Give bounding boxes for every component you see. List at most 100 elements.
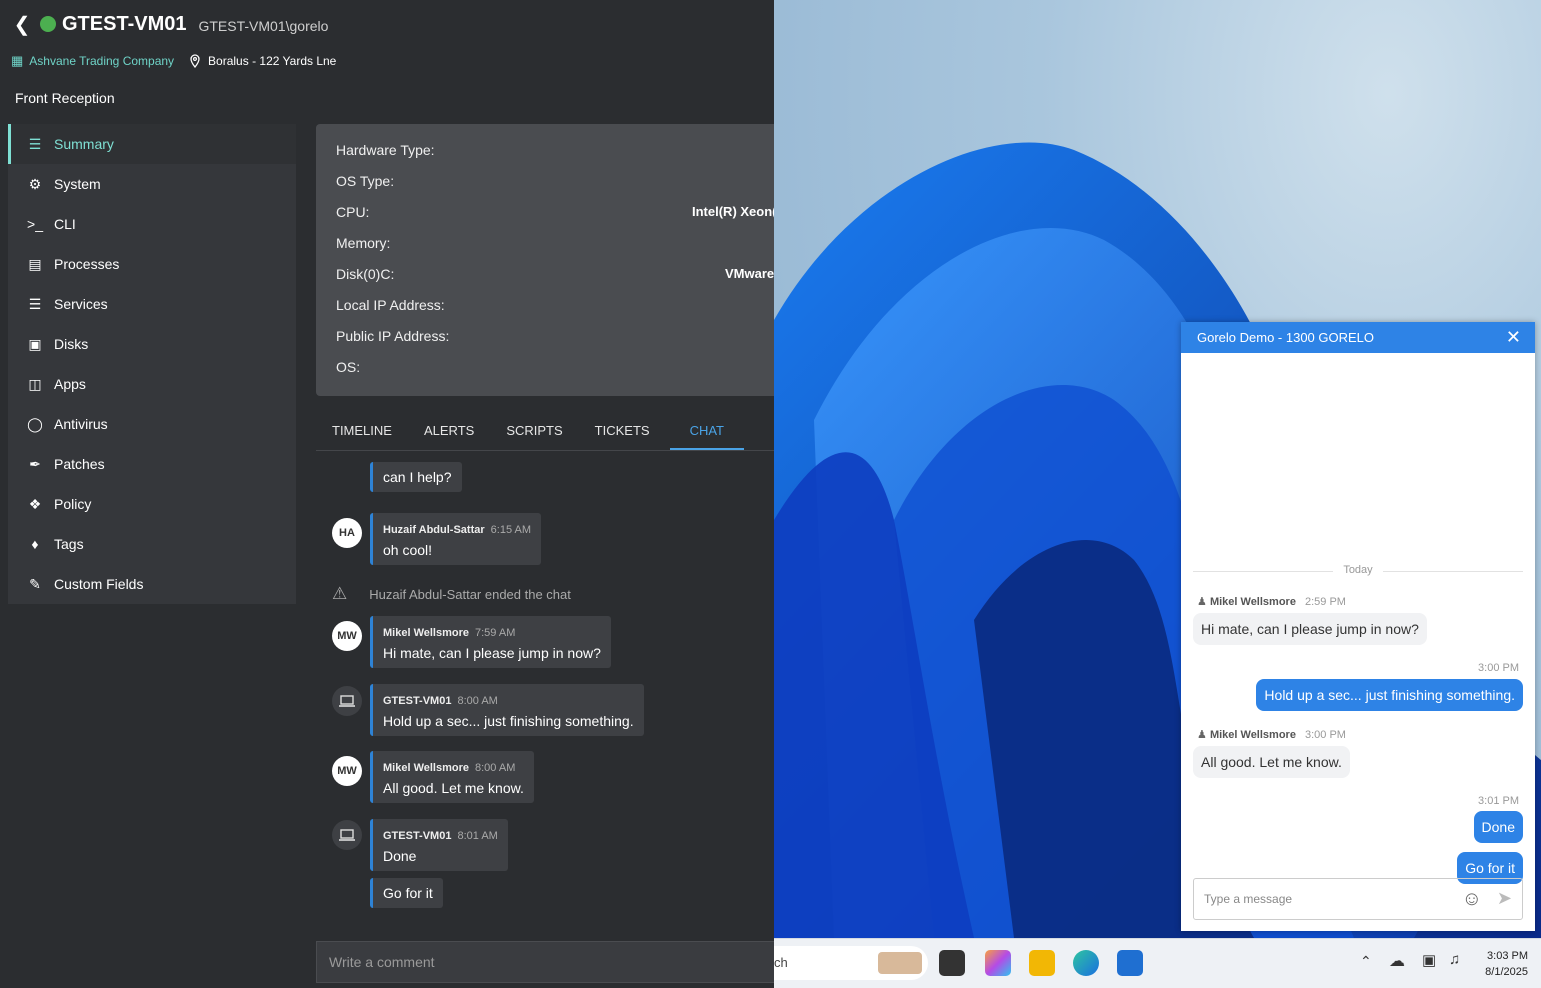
summary-icon: ☰ <box>28 135 42 152</box>
popup-header: Gorelo Demo - 1300 GORELO ✕ <box>1181 322 1535 353</box>
chat-message: can I help? <box>370 462 462 492</box>
emoji-icon[interactable]: ☺ <box>1462 888 1482 911</box>
nav-item-policy[interactable]: ❖ Policy <box>8 484 296 524</box>
edge-icon[interactable] <box>1073 950 1099 976</box>
building-icon: ▦ <box>11 53 24 68</box>
chat-message: Mikel Wellsmore 7:59 AM Hi mate, can I pl… <box>370 616 611 668</box>
tab-tickets[interactable]: TICKETS <box>579 412 666 450</box>
info-label: OS Type: <box>336 173 395 189</box>
summary-info-card: Hardware Type: OS Type: CPU: Intel(R) Xeo… <box>316 124 774 396</box>
disk-icon: ▣ <box>28 335 42 352</box>
system-text: Huzaif Abdul-Sattar ended the chat <box>369 586 571 602</box>
nav-item-disks[interactable]: ▣ Disks <box>8 324 296 364</box>
chat-message: Huzaif Abdul-Sattar 6:15 AM oh cool! <box>370 513 542 565</box>
nav-label: CLI <box>54 216 76 232</box>
nav-item-cli[interactable]: >_ CLI <box>8 204 296 244</box>
laptop-icon <box>332 686 362 716</box>
comment-input[interactable]: Write a comment <box>316 941 774 983</box>
nav-item-patches[interactable]: ✒ Patches <box>8 444 296 484</box>
info-label: OS: <box>336 359 361 375</box>
search-text: ch <box>774 955 788 970</box>
nav-item-system[interactable]: ⚙ System <box>8 164 296 204</box>
nav-item-tags[interactable]: ♦ Tags <box>8 524 296 564</box>
company-link[interactable]: Ashvane Trading Company <box>29 54 174 68</box>
message-time: 6:15 AM <box>490 524 532 536</box>
sidebar-nav: ☰ Summary ⚙ System >_ CLI ▤ Processes ☰ Servi… <box>8 124 296 604</box>
info-label: Local IP Address: <box>336 297 445 313</box>
sender-meta: ♟ Mikel Wellsmore 3:00 PM <box>1197 728 1346 741</box>
nav-item-services[interactable]: ☰ Services <box>8 284 296 324</box>
cloud-off-icon[interactable]: ☁ <box>1389 951 1405 971</box>
close-icon[interactable]: ✕ <box>1506 327 1521 348</box>
info-row: Memory: <box>336 235 774 251</box>
search-highlight-icon <box>878 952 922 974</box>
device-name: GTEST-VM01 <box>62 12 187 35</box>
message-time: 3:00 PM <box>1305 729 1346 741</box>
tag-icon: ♦ <box>31 536 39 552</box>
tab-timeline[interactable]: TIMELINE <box>316 412 408 450</box>
taskbar-search[interactable]: ch <box>774 946 928 980</box>
edit-icon: ✎ <box>29 575 41 592</box>
laptop-icon <box>332 820 362 850</box>
site-label: Front Reception <box>15 90 115 106</box>
chat-thread: can I help? HA Huzaif Abdul-Sattar 6:15 A… <box>316 452 774 932</box>
info-value: VMware <box>725 266 774 281</box>
sender-meta: ♟ Mikel Wellsmore 2:59 PM <box>1197 595 1346 608</box>
incoming-message: Hi mate, can I please jump in now? <box>1193 613 1427 645</box>
chevron-up-icon[interactable]: ⌃ <box>1360 953 1372 970</box>
message-time: 8:00 AM <box>475 762 516 774</box>
detail-tabs: TIMELINE ALERTS SCRIPTS TICKETS CHAT <box>316 412 774 451</box>
chat-message: GTEST-VM01 8:00 AM Hold up a sec... just … <box>370 684 644 736</box>
volume-icon[interactable]: ♫ <box>1449 951 1460 968</box>
nav-item-apps[interactable]: ◫ Apps <box>8 364 296 404</box>
nav-item-antivirus[interactable]: ◯ Antivirus <box>8 404 296 444</box>
nav-label: Patches <box>54 456 105 472</box>
info-label: Memory: <box>336 235 391 251</box>
puzzle-icon: ❖ <box>28 495 42 512</box>
message-text: All good. Let me know. <box>383 780 524 796</box>
outgoing-message: Done <box>1473 811 1523 843</box>
nav-label: Disks <box>54 336 89 352</box>
tab-alerts[interactable]: ALERTS <box>408 412 490 450</box>
message-time: 7:59 AM <box>475 627 516 639</box>
nav-item-custom-fields[interactable]: ✎ Custom Fields <box>8 564 296 604</box>
message-text: Hi mate, can I please jump in now? <box>383 645 601 661</box>
system-message: ⚠ Huzaif Abdul-Sattar ended the chat <box>332 584 571 604</box>
wrench-icon: ✒ <box>29 455 41 472</box>
sender-name: Mikel Wellsmore <box>1209 596 1296 608</box>
info-row: Hardware Type: <box>336 142 774 158</box>
network-icon[interactable]: ▣ <box>1422 951 1436 969</box>
nav-item-processes[interactable]: ▤ Processes <box>8 244 296 284</box>
info-label: Public IP Address: <box>336 328 450 344</box>
tab-scripts[interactable]: SCRIPTS <box>490 412 578 450</box>
back-arrow-icon[interactable]: ❮ <box>12 12 32 36</box>
nav-label: Apps <box>54 376 86 392</box>
nav-label: Policy <box>54 496 92 512</box>
clock-time: 3:03 PM <box>1487 950 1528 962</box>
message-input[interactable]: Type a message ☺ ➤ <box>1193 878 1523 920</box>
system-clock[interactable]: 3:03 PM 8/1/2025 <box>1485 948 1528 980</box>
info-row: CPU: Intel(R) Xeon(R <box>336 204 774 220</box>
file-explorer-icon[interactable] <box>1029 950 1055 976</box>
nav-label: Services <box>54 296 108 312</box>
nav-label: Custom Fields <box>54 576 144 592</box>
popup-title: Gorelo Demo - 1300 GORELO <box>1197 330 1375 345</box>
sender-name: GTEST-VM01 <box>383 695 452 707</box>
tab-chat[interactable]: CHAT <box>669 412 744 450</box>
user-icon: ♟ <box>1197 729 1207 741</box>
nav-item-summary[interactable]: ☰ Summary <box>8 124 296 164</box>
sender-name: Mikel Wellsmore <box>383 627 469 639</box>
message-time: 8:00 AM <box>457 695 498 707</box>
info-label: CPU: <box>336 204 370 220</box>
message-time: 2:59 PM <box>1305 596 1346 608</box>
nav-label: Antivirus <box>54 416 108 432</box>
copilot-icon[interactable] <box>985 950 1011 976</box>
chat-message: Mikel Wellsmore 8:00 AM All good. Let me … <box>370 751 534 803</box>
incoming-message: All good. Let me know. <box>1193 746 1350 778</box>
send-icon[interactable]: ➤ <box>1497 888 1512 909</box>
avatar: MW <box>332 621 362 651</box>
task-view-icon[interactable] <box>939 950 965 976</box>
popup-messages: Today ♟ Mikel Wellsmore 2:59 PM Hi mate,… <box>1181 353 1535 901</box>
store-icon[interactable] <box>1117 950 1143 976</box>
nav-label: Summary <box>54 136 114 152</box>
